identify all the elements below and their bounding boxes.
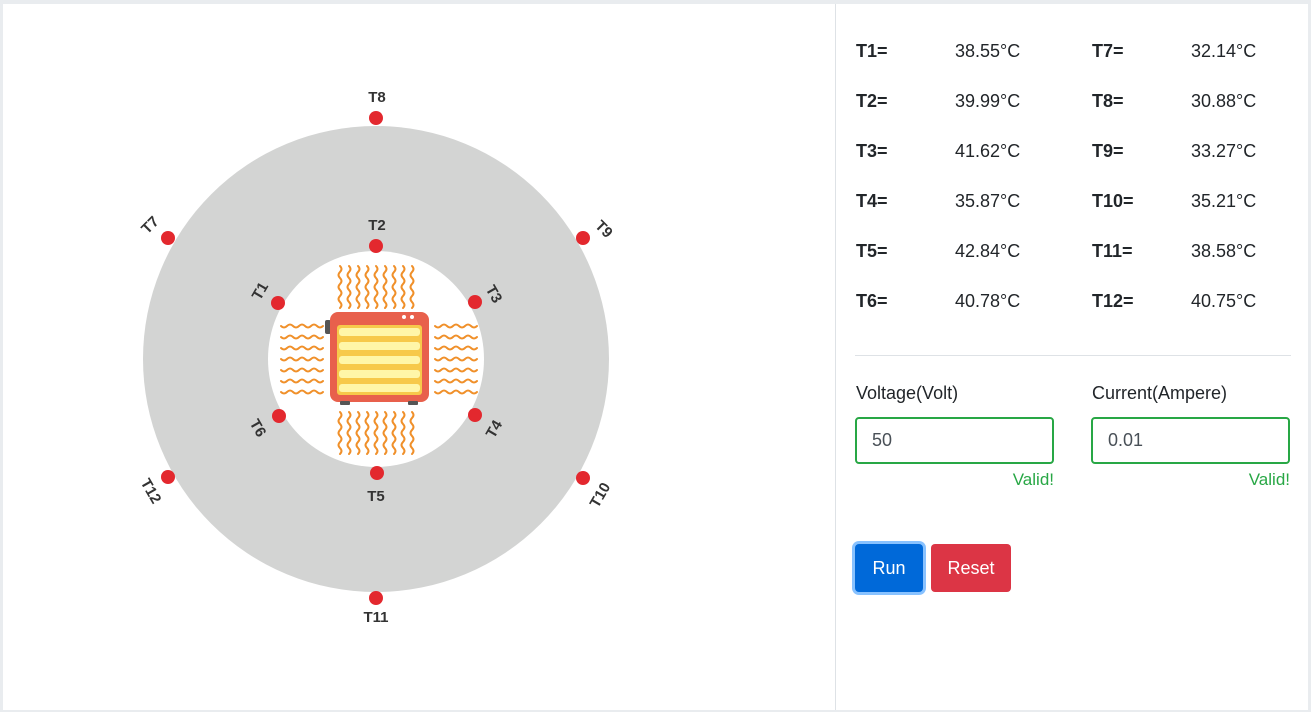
app-frame: T1 T2 T3 T4 T5 T6 T7 T8 T9 T10 T11 T12 T…: [3, 4, 1308, 710]
reading-label-t7: T7=: [1092, 41, 1124, 61]
reading-label-t6: T6=: [856, 291, 888, 311]
sensor-dot-t3: [468, 295, 482, 309]
control-panel: T1= 38.55°C T2= 39.99°C T3= 41.62°C T4= …: [836, 4, 1308, 710]
reading-label-t9: T9=: [1092, 141, 1124, 161]
sensor-label-t7: T7: [138, 213, 162, 237]
reading-value-t10: 35.21°C: [1191, 191, 1257, 211]
sensor-label-t12: T12: [137, 476, 165, 507]
sensor-dot-t1: [271, 296, 285, 310]
sensor-dot-t10: [576, 471, 590, 485]
reading-value-t8: 30.88°C: [1191, 91, 1257, 111]
sensor-diagram: T1 T2 T3 T4 T5 T6 T7 T8 T9 T10 T11 T12: [137, 89, 616, 626]
sensor-label-t8: T8: [368, 89, 386, 106]
reading-value-t11: 38.58°C: [1191, 241, 1257, 261]
sensor-label-t11: T11: [363, 609, 388, 626]
reading-label-t5: T5=: [856, 241, 888, 261]
reset-button[interactable]: Reset: [931, 544, 1011, 592]
reading-value-t12: 40.75°C: [1191, 291, 1257, 311]
section-divider: [855, 355, 1291, 356]
sensor-dot-t7: [161, 231, 175, 245]
sensor-diagram-panel: T1 T2 T3 T4 T5 T6 T7 T8 T9 T10 T11 T12: [3, 4, 835, 710]
current-valid-feedback: Valid!: [1248, 470, 1290, 489]
reading-value-t3: 41.62°C: [955, 141, 1021, 161]
voltage-label: Voltage(Volt): [856, 383, 959, 403]
run-button[interactable]: Run: [855, 544, 923, 592]
current-input[interactable]: [1091, 417, 1290, 464]
reading-label-t2: T2=: [856, 91, 888, 111]
reading-value-t9: 33.27°C: [1191, 141, 1257, 161]
reading-label-t8: T8=: [1092, 91, 1124, 111]
sensor-dot-t11: [369, 591, 383, 605]
sensor-dot-t12: [161, 470, 175, 484]
sensor-dot-t8: [369, 111, 383, 125]
sensor-dot-t5: [370, 466, 384, 480]
sensor-dot-t6: [272, 409, 286, 423]
reading-value-t6: 40.78°C: [955, 291, 1021, 311]
reading-value-t2: 39.99°C: [955, 91, 1021, 111]
current-label: Current(Ampere): [1092, 383, 1228, 403]
sensor-label-t10: T10: [587, 480, 615, 511]
voltage-input[interactable]: [855, 417, 1054, 464]
reading-label-t1: T1=: [856, 41, 888, 61]
sensor-dot-t2: [369, 239, 383, 253]
reading-value-t7: 32.14°C: [1191, 41, 1257, 61]
sensor-label-t2: T2: [368, 217, 386, 234]
reading-value-t4: 35.87°C: [955, 191, 1021, 211]
reading-label-t12: T12=: [1092, 291, 1134, 311]
reading-label-t11: T11=: [1092, 241, 1133, 261]
sensor-label-t9: T9: [591, 217, 615, 241]
reading-label-t10: T10=: [1092, 191, 1134, 211]
reading-label-t3: T3=: [856, 141, 888, 161]
heater-icon: [325, 312, 429, 405]
sensor-label-t5: T5: [367, 488, 385, 505]
reading-label-t4: T4=: [856, 191, 888, 211]
sensor-dot-t9: [576, 231, 590, 245]
reading-value-t1: 38.55°C: [955, 41, 1021, 61]
sensor-dot-t4: [468, 408, 482, 422]
voltage-valid-feedback: Valid!: [1012, 470, 1054, 489]
reading-value-t5: 42.84°C: [955, 241, 1021, 261]
